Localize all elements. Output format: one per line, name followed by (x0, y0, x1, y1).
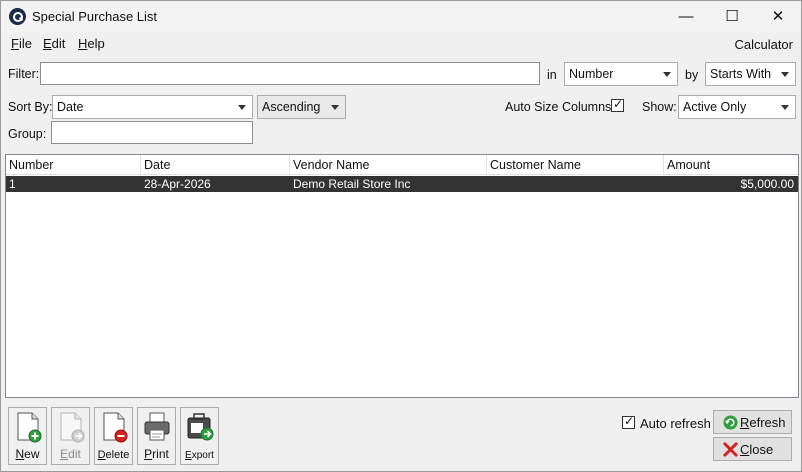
menu-bar: File Edit Help (1, 32, 801, 54)
auto-size-columns-checkbox[interactable]: ✓ (611, 97, 624, 112)
window-title: Special Purchase List (32, 9, 158, 24)
group-label: Group: (8, 127, 47, 141)
purchase-list-table[interactable]: Number Date Vendor Name Customer Name Am… (5, 154, 799, 398)
sort-direction-select[interactable]: Ascending (257, 95, 346, 119)
column-header-amount[interactable]: Amount (664, 155, 798, 175)
filter-match-value: Starts With (710, 67, 772, 81)
filter-match-select[interactable]: Starts With (705, 62, 796, 86)
export-icon (187, 413, 213, 441)
cell-vendor-name: Demo Retail Store Inc (293, 177, 411, 191)
cell-date: 28-Apr-2026 (144, 177, 211, 191)
title-bar: Special Purchase List — ☐ ✕ (1, 1, 801, 32)
menu-help[interactable]: Help (78, 36, 105, 51)
delete-button[interactable]: Delete (94, 407, 133, 465)
new-button[interactable]: New (8, 407, 47, 465)
print-button-label: Print (144, 447, 169, 461)
filter-field-select[interactable]: Number (564, 62, 678, 86)
export-button-label: Export (185, 450, 214, 461)
special-purchase-list-window: Special Purchase List — ☐ ✕ File Edit He… (0, 0, 802, 472)
export-button[interactable]: Export (180, 407, 219, 465)
show-filter-select[interactable]: Active Only (678, 95, 796, 119)
sort-field-value: Date (57, 100, 84, 114)
cell-number: 1 (9, 177, 16, 191)
menu-file[interactable]: File (11, 36, 32, 51)
printer-icon (144, 412, 169, 441)
filter-label: Filter: (8, 67, 40, 81)
edit-button-label: Edit (60, 447, 81, 461)
close-window-button[interactable]: ✕ (755, 1, 801, 32)
edit-button[interactable]: Edit (51, 407, 90, 465)
group-input[interactable] (51, 121, 253, 144)
sort-by-label: Sort By: (8, 100, 53, 114)
minimize-button[interactable]: — (663, 1, 709, 32)
sort-direction-value: Ascending (262, 100, 321, 114)
refresh-button-label: Refresh (740, 415, 786, 430)
new-document-icon (17, 412, 41, 443)
column-header-date[interactable]: Date (141, 155, 290, 175)
delete-document-icon (103, 412, 127, 443)
checkmark-icon: ✓ (624, 414, 635, 428)
auto-refresh-checkbox[interactable]: ✓ (622, 414, 635, 429)
menu-edit[interactable]: Edit (43, 36, 65, 51)
edit-document-icon (60, 412, 84, 443)
refresh-icon (723, 415, 738, 430)
close-button[interactable]: Close (713, 437, 792, 461)
chevron-down-icon (663, 72, 671, 77)
chevron-down-icon (238, 105, 246, 110)
app-logo-icon (9, 8, 26, 25)
cell-amount: $5,000.00 (740, 177, 794, 191)
chevron-down-icon (781, 72, 789, 77)
chevron-down-icon (781, 105, 789, 110)
column-header-vendor-name[interactable]: Vendor Name (290, 155, 487, 175)
checkmark-icon: ✓ (613, 97, 624, 111)
maximize-button[interactable]: ☐ (709, 1, 755, 32)
print-button[interactable]: Print (137, 407, 176, 465)
filter-input[interactable] (40, 62, 540, 85)
calculator-link[interactable]: Calculator (734, 37, 793, 52)
filter-field-value: Number (569, 67, 614, 81)
filter-by-label: by (685, 68, 699, 82)
close-x-icon (723, 442, 738, 457)
auto-refresh-label: Auto refresh (640, 416, 711, 431)
chevron-down-icon (331, 105, 339, 110)
column-header-number[interactable]: Number (6, 155, 141, 175)
show-filter-value: Active Only (683, 100, 747, 114)
column-header-customer-name[interactable]: Customer Name (487, 155, 664, 175)
table-header: Number Date Vendor Name Customer Name Am… (6, 155, 798, 175)
refresh-button[interactable]: Refresh (713, 410, 792, 434)
table-row[interactable]: 1 28-Apr-2026 Demo Retail Store Inc $5,0… (6, 176, 798, 192)
auto-size-columns-label: Auto Size Columns (505, 100, 612, 114)
delete-button-label: Delete (97, 449, 130, 461)
sort-field-select[interactable]: Date (52, 95, 253, 119)
new-button-label: New (15, 447, 40, 461)
filter-in-label: in (547, 68, 557, 82)
show-label: Show: (642, 100, 677, 114)
close-button-label: Close (740, 442, 774, 457)
